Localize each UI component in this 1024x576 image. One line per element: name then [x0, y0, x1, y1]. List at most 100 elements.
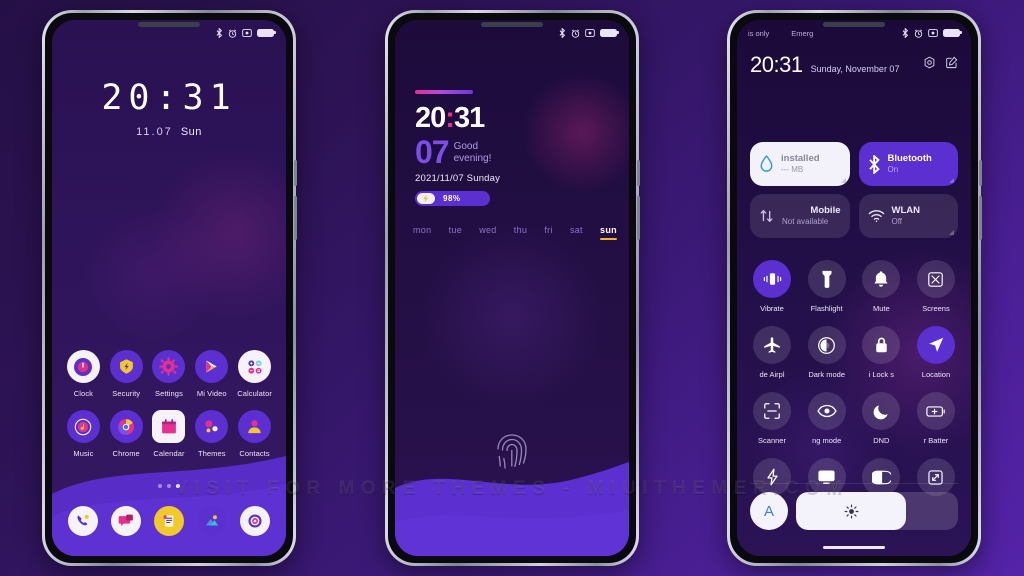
tile-wlan[interactable]: WLAN Off — [858, 194, 958, 238]
page-indicator[interactable] — [52, 484, 286, 488]
phone1-screen: 20:31 11.07 Sun Clock Security Settings … — [52, 20, 286, 556]
screenshot-icon — [928, 29, 938, 37]
dock-notes[interactable] — [153, 506, 184, 536]
weekday-sun-active[interactable]: sun — [600, 225, 617, 240]
power-button[interactable] — [294, 196, 297, 240]
phone-frame: 20:31 11.07 Sun Clock Security Settings … — [42, 10, 297, 566]
dock-camera[interactable] — [239, 506, 270, 536]
location-icon — [916, 326, 955, 364]
brightness-slider[interactable] — [796, 492, 958, 530]
toggle-scanner[interactable]: Scanner — [746, 392, 798, 445]
bluetooth-icon — [559, 28, 566, 38]
toggle-dark-mode[interactable]: Dark mode — [801, 326, 853, 379]
toggle-label: Mute — [872, 304, 890, 313]
tile-title: Bluetooth — [887, 153, 932, 165]
tile-subtitle: Off — [891, 216, 903, 226]
tile-installed-storage[interactable]: installed --- MB — [750, 142, 850, 186]
gear-icon[interactable] — [923, 56, 936, 74]
phone-bezel: 20:31 07 Good evening! 2021/11/07 Sunday… — [388, 13, 636, 563]
alarm-icon — [571, 29, 580, 38]
toggle-vibrate[interactable]: Vibrate — [746, 260, 798, 313]
app-calendar[interactable]: Calendar — [148, 410, 191, 458]
expand-corner-icon[interactable] — [949, 230, 954, 235]
dock-phone[interactable] — [68, 506, 99, 536]
expand-corner-icon[interactable] — [840, 178, 846, 183]
phone2-status-bar — [395, 20, 629, 46]
toggle-battery-saver[interactable]: r Batter — [910, 392, 962, 445]
app-themes[interactable]: Themes — [190, 410, 233, 458]
app-clock[interactable]: Clock — [62, 350, 105, 398]
vibrate-icon — [753, 260, 791, 298]
volume-button[interactable] — [637, 160, 640, 186]
tile-bluetooth[interactable]: Bluetooth On — [858, 142, 958, 186]
toggle-lock-screen[interactable]: i Lock s — [855, 326, 907, 379]
page-dot-active[interactable] — [176, 484, 180, 488]
phone3-status-bar: is only Emerg — [737, 20, 971, 46]
toggle-label: Flashlight — [810, 304, 843, 313]
battery-saver-icon — [916, 392, 955, 430]
gear-icon — [152, 350, 186, 383]
app-mi-video[interactable]: Mi Video — [190, 350, 233, 398]
day-greeting-row: 07 Good evening! — [415, 136, 508, 168]
app-label: Calendar — [153, 449, 185, 458]
volume-button[interactable] — [979, 160, 982, 186]
carrier-left: is only — [748, 28, 770, 38]
fingerprint-icon[interactable] — [494, 432, 530, 479]
volume-button[interactable] — [294, 160, 297, 186]
airplane-icon — [753, 326, 791, 364]
cc-time: 20:31 — [750, 52, 803, 77]
page-dot[interactable] — [158, 484, 162, 488]
toggle-location[interactable]: Location — [910, 326, 962, 379]
toggle-reading-mode[interactable]: ng mode — [801, 392, 853, 445]
toggle-airplane[interactable]: de Airpl — [746, 326, 798, 379]
shield-icon — [109, 350, 143, 383]
app-label: Chrome — [112, 449, 140, 458]
weekday-sat[interactable]: sat — [570, 225, 583, 235]
power-button[interactable] — [979, 196, 982, 240]
toggle-screenshot[interactable]: Screens — [910, 260, 962, 313]
power-button[interactable] — [637, 196, 640, 240]
app-music[interactable]: Music — [62, 410, 105, 458]
flashlight-icon — [807, 260, 846, 298]
wifi-icon — [868, 210, 884, 222]
weekday-tue[interactable]: tue — [449, 225, 462, 235]
app-contacts[interactable]: Contacts — [233, 410, 276, 458]
edit-icon[interactable] — [945, 56, 958, 74]
auto-brightness-button[interactable]: A — [750, 492, 788, 530]
carrier-right: Emerg — [791, 28, 814, 38]
phone-home-screen: 20:31 11.07 Sun Clock Security Settings … — [42, 10, 297, 566]
toggle-dnd[interactable]: DND — [855, 392, 907, 445]
alarm-icon — [914, 29, 923, 38]
full-date: 2021/11/07 Sunday — [415, 173, 501, 185]
weekday-fri[interactable]: fri — [544, 225, 552, 235]
toggle-row-3: Scanner ng mode DND r Batter — [746, 392, 962, 445]
accent-bar — [415, 90, 473, 94]
time-separator: : — [445, 102, 455, 134]
weekday-wed[interactable]: wed — [479, 225, 496, 235]
dock-gallery[interactable] — [196, 506, 227, 536]
page-dot[interactable] — [167, 484, 171, 488]
chrome-icon — [109, 410, 143, 443]
toggle-mute[interactable]: Mute — [855, 260, 907, 313]
phone-lock-screen: 20:31 07 Good evening! 2021/11/07 Sunday… — [385, 10, 640, 566]
app-label: Mi Video — [196, 389, 227, 398]
contrast-icon — [807, 326, 846, 364]
lockscreen-widget: 20:31 07 Good evening! 2021/11/07 Sunday… — [415, 90, 508, 207]
dock-messages[interactable] — [111, 506, 142, 536]
app-calculator[interactable]: Calculator — [233, 350, 276, 398]
app-security[interactable]: Security — [105, 350, 148, 398]
toggle-label: Vibrate — [760, 304, 784, 313]
app-chrome[interactable]: Chrome — [105, 410, 148, 458]
tile-mobile-data[interactable]: Mobile Not available — [750, 194, 850, 238]
weekday-mon[interactable]: mon — [413, 225, 431, 235]
app-settings[interactable]: Settings — [148, 350, 191, 398]
app-row-1: Clock Security Settings Mi Video Calcula… — [62, 350, 276, 398]
clock-icon — [66, 350, 100, 383]
expand-corner-icon[interactable] — [949, 178, 954, 183]
tile-title: WLAN — [891, 205, 921, 217]
home-indicator[interactable] — [823, 546, 885, 549]
app-row-2: Music Chrome Calendar Themes Contacts — [62, 410, 276, 458]
phone1-status-bar — [52, 20, 286, 46]
weekday-thu[interactable]: thu — [514, 225, 527, 235]
toggle-flashlight[interactable]: Flashlight — [801, 260, 853, 313]
